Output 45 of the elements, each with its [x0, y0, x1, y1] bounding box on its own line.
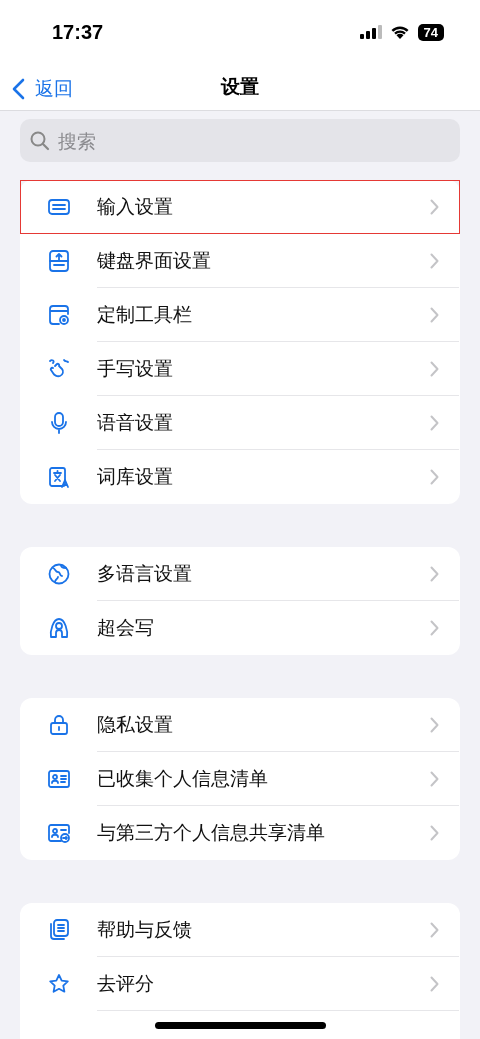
settings-row[interactable]: 定制工具栏	[20, 288, 460, 342]
globe-icon	[47, 562, 71, 586]
search-icon	[30, 131, 50, 151]
search-field[interactable]: 搜索	[20, 119, 460, 162]
settings-row[interactable]: 帮助与反馈	[20, 903, 460, 957]
chevron-right-icon	[430, 716, 439, 733]
settings-row[interactable]: 超会写	[20, 601, 460, 655]
window-gear-icon	[47, 303, 71, 327]
wifi-icon	[389, 25, 410, 39]
chevron-right-icon	[430, 414, 439, 431]
settings-row[interactable]: 隐私设置	[20, 698, 460, 752]
status-time: 17:37	[52, 20, 104, 44]
star-icon	[47, 972, 71, 996]
chevron-right-icon	[430, 198, 439, 215]
chevron-right-icon	[430, 360, 439, 377]
settings-row[interactable]: 词库设置	[20, 450, 460, 504]
settings-row[interactable]: 键盘界面设置	[20, 234, 460, 288]
chevron-right-icon	[430, 619, 439, 636]
chevron-right-icon	[430, 770, 439, 787]
chevron-right-icon	[430, 252, 439, 269]
page-title: 设置	[221, 74, 259, 99]
back-button[interactable]: 返回	[10, 74, 75, 104]
id-card-icon	[47, 767, 71, 791]
settings-row[interactable]: 多语言设置	[20, 547, 460, 601]
document-icon	[47, 918, 71, 942]
chevron-right-icon	[430, 921, 439, 938]
lock-icon	[47, 713, 71, 737]
settings-row[interactable]: 与第三方个人信息共享清单	[20, 806, 460, 860]
battery-indicator: 74	[417, 23, 444, 41]
chevron-right-icon	[430, 975, 439, 992]
settings-row[interactable]: 输入设置	[20, 180, 460, 234]
settings-row[interactable]: 去评分	[20, 957, 460, 1011]
chevron-right-icon	[430, 306, 439, 323]
chevron-right-icon	[430, 468, 439, 485]
keyboard-up-icon	[47, 249, 71, 273]
chevron-left-icon	[12, 78, 25, 100]
settings-row[interactable]: 已收集个人信息清单	[20, 752, 460, 806]
person-icon	[47, 616, 71, 640]
id-card-share-icon	[47, 821, 71, 845]
translate-icon	[47, 465, 71, 489]
chevron-right-icon	[430, 565, 439, 582]
settings-row[interactable]: 手写设置	[20, 342, 460, 396]
chevron-right-icon	[430, 824, 439, 841]
signal-icon	[359, 25, 382, 39]
settings-row[interactable]: 语音设置	[20, 396, 460, 450]
